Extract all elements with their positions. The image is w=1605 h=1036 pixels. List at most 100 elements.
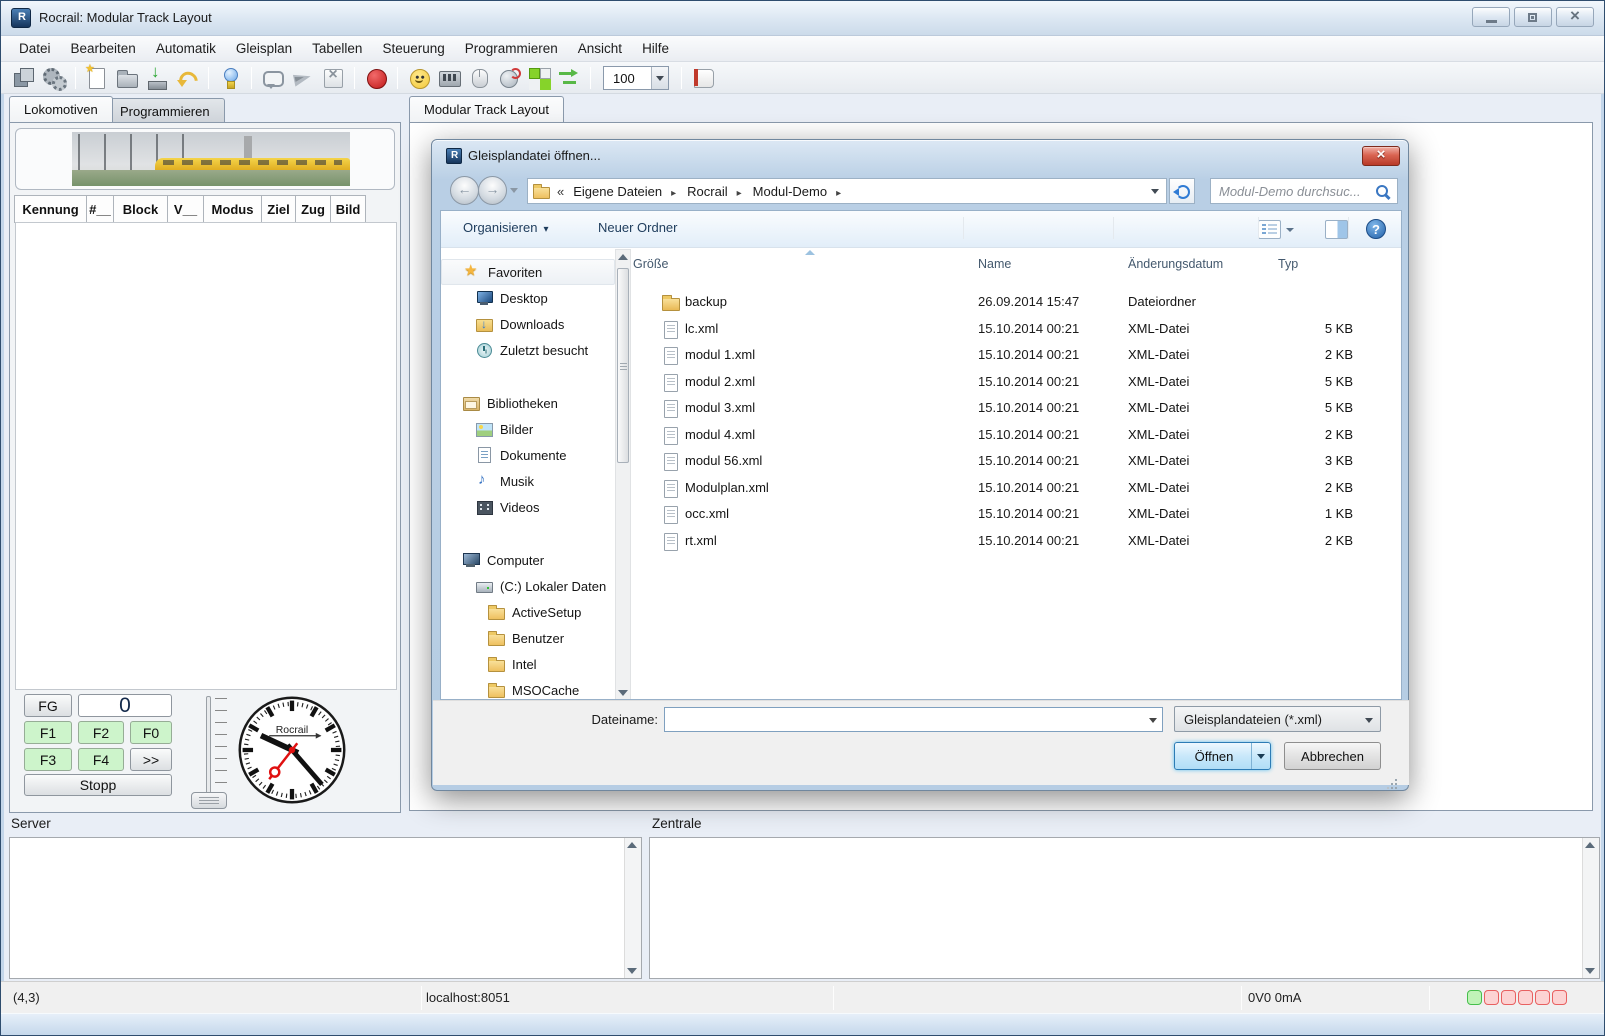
more-functions-button[interactable]: >>	[130, 748, 172, 771]
maximize-button[interactable]	[1514, 7, 1552, 27]
file-row[interactable]: modul 2.xml 15.10.2014 00:21 XML-Datei 5…	[633, 369, 1398, 396]
column-header[interactable]: Größe	[633, 257, 668, 271]
toolbar-icon[interactable]	[41, 65, 67, 91]
dialog-close-button[interactable]	[1362, 146, 1400, 166]
preview-pane-icon[interactable]	[1325, 220, 1348, 239]
toolbar-icon[interactable]	[466, 65, 492, 91]
zoom-combobox[interactable]: 100	[603, 66, 669, 90]
tab-modular-track-layout[interactable]: Modular Track Layout	[409, 96, 564, 122]
scroll-down-arrow[interactable]	[616, 686, 630, 700]
new-folder-button[interactable]: Neuer Ordner	[598, 220, 677, 235]
search-box[interactable]	[1210, 178, 1398, 204]
sidebar-item[interactable]: Musik	[441, 468, 615, 494]
column-header[interactable]: Name	[978, 257, 1011, 271]
sidebar-item[interactable]: Downloads	[441, 311, 615, 337]
scroll-up-arrow[interactable]	[616, 250, 630, 264]
server-log[interactable]	[9, 837, 642, 979]
toolbar-icon[interactable]	[526, 65, 552, 91]
toolbar-icon[interactable]	[84, 65, 110, 91]
menu-item[interactable]: Datei	[9, 37, 61, 60]
file-row[interactable]: occ.xml 15.10.2014 00:21 XML-Datei 1 KB	[633, 501, 1398, 528]
search-input[interactable]	[1217, 181, 1369, 201]
column-header[interactable]: Typ	[1278, 257, 1298, 271]
file-row[interactable]: lc.xml 15.10.2014 00:21 XML-Datei 5 KB	[633, 316, 1398, 343]
filetype-select[interactable]: Gleisplandateien (*.xml)	[1174, 706, 1381, 732]
sidebar-item[interactable]: Intel	[441, 651, 615, 677]
menu-item[interactable]: Programmieren	[455, 37, 568, 60]
sidebar-item[interactable]: (C:) Lokaler Daten	[441, 573, 615, 599]
breadcrumb-bar[interactable]: Eigene DateienRocrailModul-Demo	[527, 178, 1167, 204]
fg-button[interactable]: FG	[24, 694, 72, 717]
breadcrumb-item[interactable]: Rocrail	[685, 184, 751, 199]
loco-column-header[interactable]: Block	[113, 195, 168, 223]
open-split-arrow[interactable]	[1251, 743, 1270, 769]
sidebar-scrollbar[interactable]	[615, 249, 631, 700]
help-icon[interactable]	[1366, 219, 1386, 239]
filename-input[interactable]	[669, 710, 1139, 729]
toolbar-icon[interactable]	[406, 65, 432, 91]
change-view-icon[interactable]	[1258, 220, 1281, 239]
history-dropdown[interactable]	[510, 188, 518, 193]
zentrale-log[interactable]	[649, 837, 1600, 979]
filename-dropdown-arrow[interactable]	[1149, 718, 1157, 723]
file-row[interactable]: modul 56.xml 15.10.2014 00:21 XML-Datei …	[633, 448, 1398, 475]
scroll-down-arrow[interactable]	[625, 964, 639, 978]
loco-column-header[interactable]: Bild	[330, 195, 366, 223]
file-row[interactable]: backup 26.09.2014 15:47 Dateiordner	[633, 289, 1398, 316]
toolbar-icon[interactable]	[290, 65, 316, 91]
sidebar-item[interactable]: Bibliotheken	[441, 390, 615, 416]
menu-item[interactable]: Gleisplan	[226, 37, 302, 60]
sidebar-item[interactable]: Desktop	[441, 285, 615, 311]
breadcrumb-collapse-icon[interactable]	[557, 184, 564, 199]
toolbar-icon[interactable]	[75, 67, 76, 89]
toolbar-icon[interactable]	[11, 65, 37, 91]
toolbar-icon[interactable]	[681, 67, 682, 89]
toolbar-icon[interactable]	[174, 65, 200, 91]
slider-thumb[interactable]	[191, 792, 227, 809]
f4-button[interactable]: F4	[78, 748, 124, 771]
toolbar-icon[interactable]	[208, 67, 209, 89]
loco-list[interactable]	[15, 222, 397, 690]
f0-button[interactable]: F0	[130, 721, 172, 744]
breadcrumb-item[interactable]: Modul-Demo	[751, 184, 850, 199]
toolbar-icon[interactable]	[496, 65, 522, 91]
sidebar-item[interactable]	[441, 520, 615, 547]
sidebar-item[interactable]: Computer	[441, 547, 615, 573]
breadcrumb-dropdown-arrow[interactable]	[1151, 189, 1159, 194]
loco-column-header[interactable]: Zug	[295, 195, 331, 223]
toolbar-icon[interactable]	[363, 65, 389, 91]
f2-button[interactable]: F2	[78, 721, 124, 744]
menu-item[interactable]: Ansicht	[568, 37, 632, 60]
toolbar-icon[interactable]	[217, 65, 243, 91]
loco-column-header[interactable]: Modus	[203, 195, 262, 223]
file-row[interactable]: modul 4.xml 15.10.2014 00:21 XML-Datei 2…	[633, 422, 1398, 449]
minimize-button[interactable]	[1472, 7, 1510, 27]
sidebar-item[interactable]: ActiveSetup	[441, 599, 615, 625]
toolbar-icon[interactable]	[436, 65, 462, 91]
f3-button[interactable]: F3	[24, 748, 72, 771]
toolbar-icon[interactable]	[320, 65, 346, 91]
loco-image-frame[interactable]	[15, 128, 395, 190]
file-row[interactable]: modul 3.xml 15.10.2014 00:21 XML-Datei 5…	[633, 395, 1398, 422]
close-button[interactable]	[1556, 7, 1594, 27]
toolbar-icon[interactable]	[251, 67, 252, 89]
breadcrumb-item[interactable]: Eigene Dateien	[571, 184, 685, 199]
column-header[interactable]: Änderungsdatum	[1128, 257, 1223, 271]
toolbar-icon[interactable]	[114, 65, 140, 91]
open-button[interactable]: Öffnen	[1174, 742, 1271, 770]
sidebar-item[interactable]: Videos	[441, 494, 615, 520]
sidebar-scroll-thumb[interactable]	[617, 268, 629, 463]
zentrale-log-scrollbar[interactable]	[1582, 838, 1599, 978]
scroll-up-arrow[interactable]	[625, 838, 639, 852]
sidebar-item[interactable]: Dokumente	[441, 442, 615, 468]
loco-column-header[interactable]: #__	[86, 195, 114, 223]
menu-item[interactable]: Hilfe	[632, 37, 679, 60]
menu-item[interactable]: Bearbeiten	[61, 37, 146, 60]
refresh-button[interactable]	[1169, 178, 1195, 204]
filename-combobox[interactable]	[664, 707, 1163, 732]
tab-lokomotiven[interactable]: Lokomotiven	[9, 96, 113, 122]
scroll-down-arrow[interactable]	[1583, 964, 1597, 978]
organize-menu[interactable]: Organisieren	[463, 220, 548, 235]
tab-programmieren[interactable]: Programmieren	[105, 98, 225, 122]
toolbar-icon[interactable]	[144, 65, 170, 91]
